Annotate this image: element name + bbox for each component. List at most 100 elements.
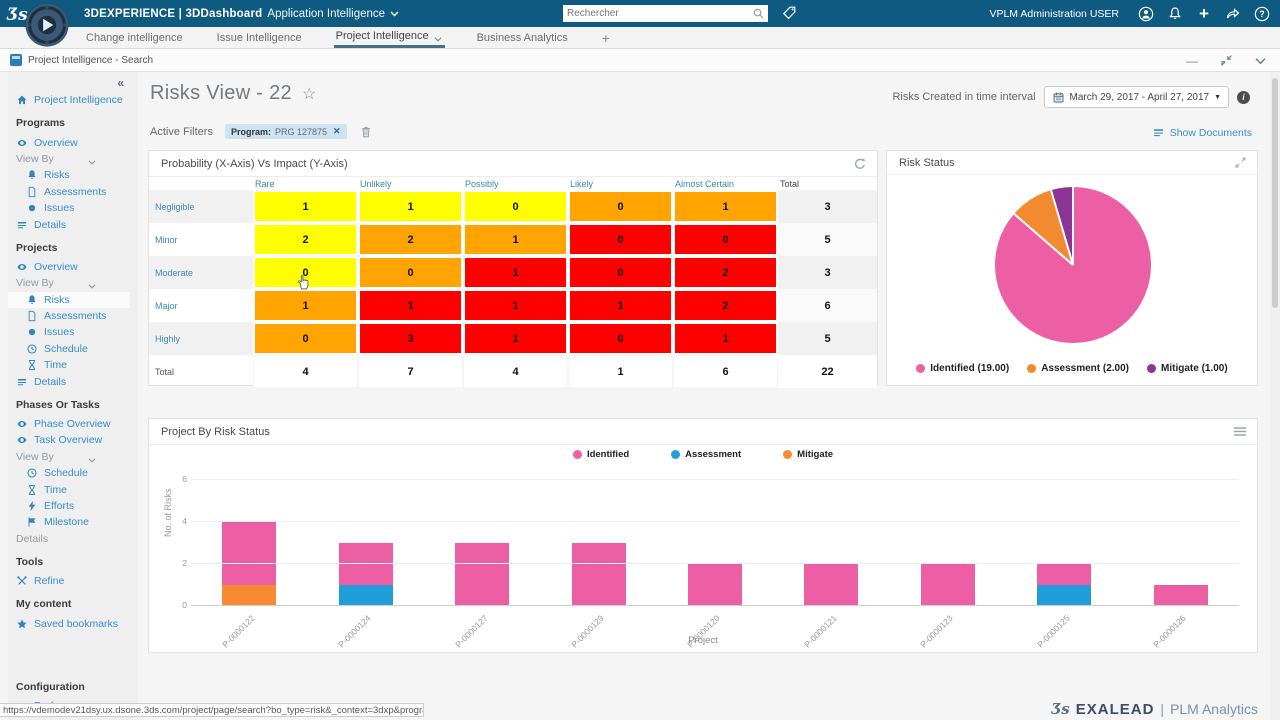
- matrix-cell[interactable]: 0: [568, 223, 673, 256]
- avatar-icon[interactable]: [1138, 6, 1154, 22]
- matrix-cell[interactable]: 1: [673, 190, 778, 223]
- tag-icon[interactable]: [781, 5, 797, 21]
- minimize-icon[interactable]: —: [1186, 54, 1198, 68]
- sidebar-item-details[interactable]: Details: [16, 373, 138, 389]
- matrix-cell[interactable]: 0: [463, 190, 568, 223]
- matrix-cell[interactable]: 1: [358, 289, 463, 322]
- matrix-cell[interactable]: 1: [253, 190, 358, 223]
- chevron-down-icon[interactable]: [88, 454, 97, 460]
- date-range-picker[interactable]: March 29, 2017 - April 27, 2017 ▼: [1044, 86, 1229, 108]
- expand-icon[interactable]: [1234, 156, 1247, 169]
- bar-p-0000129[interactable]: [572, 543, 626, 606]
- info-icon[interactable]: i: [1237, 91, 1250, 104]
- bar-segment-identified[interactable]: [455, 543, 509, 606]
- chevron-down-icon[interactable]: [390, 11, 399, 17]
- search-input[interactable]: [563, 8, 752, 19]
- matrix-cell[interactable]: 0: [253, 322, 358, 355]
- sidebar-item-overview[interactable]: Overview: [16, 134, 138, 150]
- sidebar-item-time[interactable]: Time: [16, 357, 138, 373]
- bar-segment-identified[interactable]: [804, 564, 858, 606]
- bar-legend-assessment[interactable]: Assessment: [671, 449, 741, 460]
- bar-segment-identified[interactable]: [1037, 564, 1091, 585]
- matrix-cell[interactable]: 1: [463, 322, 568, 355]
- chevron-down-icon[interactable]: [88, 156, 97, 162]
- sidebar-item-issues[interactable]: Issues: [16, 324, 138, 340]
- matrix-cell[interactable]: 0: [568, 322, 673, 355]
- sidebar-item-risks[interactable]: Risks: [8, 292, 130, 308]
- matrix-cell[interactable]: 2: [673, 256, 778, 289]
- bar-p-0000121[interactable]: [804, 564, 858, 606]
- matrix-cell[interactable]: 0: [358, 256, 463, 289]
- bar-segment-mitigate[interactable]: [222, 585, 276, 606]
- bar-segment-assessment[interactable]: [339, 585, 393, 606]
- panel-menu-icon[interactable]: [1233, 426, 1247, 437]
- matrix-cell[interactable]: 1: [253, 289, 358, 322]
- bar-segment-identified[interactable]: [921, 564, 975, 606]
- matrix-cell[interactable]: 1: [673, 322, 778, 355]
- app-title[interactable]: 3DEXPERIENCE | 3DDashboard Application I…: [84, 0, 399, 27]
- sidebar-item-refine[interactable]: Refine: [16, 573, 138, 589]
- tab-add-button[interactable]: +: [600, 27, 612, 48]
- pie-legend-identified[interactable]: Identified (19.00): [916, 363, 1009, 374]
- tab-project-intelligence[interactable]: Project Intelligence: [334, 27, 445, 48]
- pie-legend-mitigate[interactable]: Mitigate (1.00): [1147, 363, 1228, 374]
- filter-chip-close-icon[interactable]: ✕: [333, 126, 341, 137]
- bar-p-0000127[interactable]: [455, 543, 509, 606]
- pie-legend-assessment[interactable]: Assessment (2.00): [1027, 363, 1129, 374]
- compass-icon[interactable]: [24, 2, 70, 48]
- add-content-icon[interactable]: +: [1196, 6, 1212, 22]
- sidebar-item-details[interactable]: Details: [16, 531, 138, 547]
- risk-status-pie-chart[interactable]: [995, 187, 1151, 343]
- sidebar-collapse-icon[interactable]: «: [117, 76, 124, 90]
- tab-issue-intelligence[interactable]: Issue Intelligence: [215, 27, 304, 48]
- bar-p-0000126[interactable]: [1154, 585, 1208, 606]
- share-icon[interactable]: [1225, 6, 1241, 22]
- matrix-cell[interactable]: 0: [673, 223, 778, 256]
- bar-segment-identified[interactable]: [688, 564, 742, 606]
- chevron-down-icon[interactable]: [88, 280, 97, 286]
- matrix-cell[interactable]: 0: [568, 256, 673, 289]
- sidebar-item-view-by[interactable]: View By: [16, 449, 138, 465]
- refresh-icon[interactable]: [853, 157, 867, 171]
- bar-p-0000125[interactable]: [1037, 564, 1091, 606]
- matrix-cell[interactable]: 1: [568, 289, 673, 322]
- sidebar-item-saved-bookmarks[interactable]: Saved bookmarks: [16, 615, 138, 631]
- sidebar-item-schedule[interactable]: Schedule: [16, 341, 138, 357]
- matrix-cell[interactable]: 2: [253, 223, 358, 256]
- bar-p-0000123[interactable]: [921, 564, 975, 606]
- sidebar-item-milestone[interactable]: Milestone: [16, 514, 138, 530]
- matrix-cell[interactable]: 0: [568, 190, 673, 223]
- sidebar-item-overview[interactable]: Overview: [16, 259, 138, 275]
- matrix-cell[interactable]: 3: [358, 322, 463, 355]
- sidebar-item-view-by[interactable]: View By: [16, 151, 138, 167]
- tab-change-intelligence[interactable]: Change intelligence: [84, 27, 185, 48]
- bar-p-0000120[interactable]: [688, 564, 742, 606]
- restore-size-icon[interactable]: [1220, 54, 1233, 67]
- matrix-cell[interactable]: 1: [463, 289, 568, 322]
- tab-business-analytics[interactable]: Business Analytics: [475, 27, 570, 48]
- filter-chip-program[interactable]: Program: PRG 127875 ✕: [225, 124, 347, 139]
- sidebar-item-task-overview[interactable]: Task Overview: [16, 432, 138, 448]
- matrix-cell[interactable]: 1: [358, 190, 463, 223]
- sidebar-item-assessments[interactable]: Assessments: [16, 184, 138, 200]
- help-icon[interactable]: ?: [1254, 6, 1270, 22]
- bar-segment-identified[interactable]: [222, 522, 276, 585]
- sidebar-item-schedule[interactable]: Schedule: [16, 465, 138, 481]
- search-icon[interactable]: [752, 7, 765, 20]
- page-scroll-thumb[interactable]: [1272, 78, 1278, 308]
- sidebar-item-risks[interactable]: Risks: [16, 167, 138, 183]
- bar-legend-identified[interactable]: Identified: [573, 449, 629, 460]
- sidebar-item-phase-overview[interactable]: Phase Overview: [16, 416, 138, 432]
- bar-segment-identified[interactable]: [1154, 585, 1208, 606]
- sidebar-item-view-by[interactable]: View By: [16, 275, 138, 291]
- bar-segment-identified[interactable]: [572, 543, 626, 606]
- clear-filters-trash-icon[interactable]: [359, 125, 373, 139]
- bar-p-0000122[interactable]: [222, 522, 276, 606]
- matrix-cell[interactable]: 1: [463, 256, 568, 289]
- sidebar-item-assessments[interactable]: Assessments: [16, 308, 138, 324]
- user-name[interactable]: VPLM Administration USER: [989, 8, 1119, 20]
- bar-p-0000124[interactable]: [339, 543, 393, 606]
- matrix-cell[interactable]: 2: [673, 289, 778, 322]
- sidebar-item-details[interactable]: Details: [16, 216, 138, 232]
- sidebar-item-time[interactable]: Time: [16, 481, 138, 497]
